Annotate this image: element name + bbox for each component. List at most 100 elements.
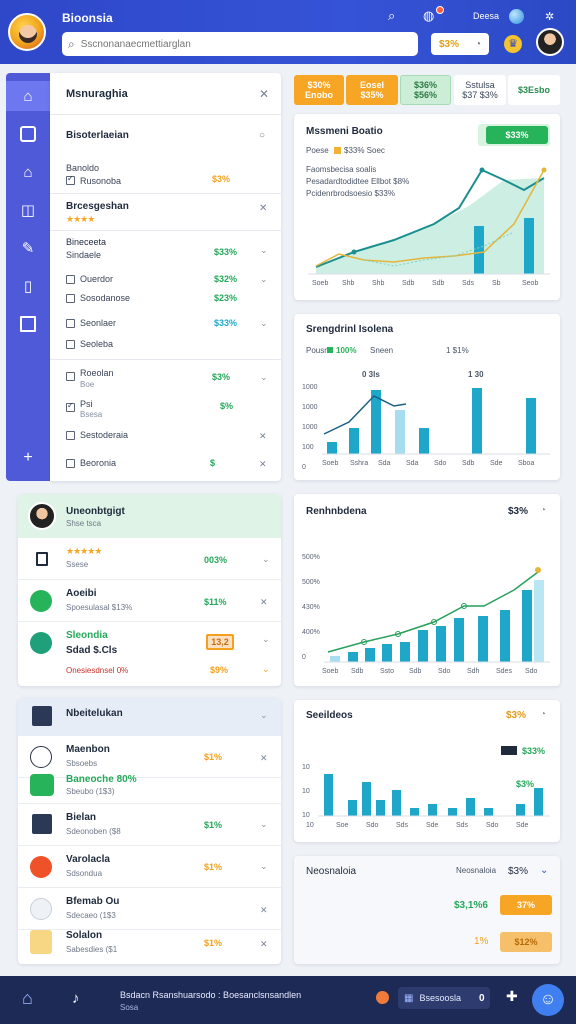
- crown-icon[interactable]: ♛: [504, 35, 522, 53]
- document-icon: [30, 930, 52, 954]
- y-tick-label: 10: [302, 812, 310, 819]
- notification-icon[interactable]: ◍: [423, 9, 434, 23]
- microphone-icon[interactable]: ♪: [72, 990, 80, 1007]
- checkbox[interactable]: [66, 372, 75, 381]
- close-icon[interactable]: ✕: [259, 458, 267, 470]
- collapse-icon[interactable]: ○: [259, 130, 265, 142]
- close-icon[interactable]: ✕: [259, 203, 267, 215]
- x-tick-label: Sshra: [350, 460, 369, 467]
- tasks-list-card: Nbeitelukan ⌄ Maenbon Sbsoebs $1% ✕ Bane…: [18, 698, 281, 964]
- chip-label: Bsesoosla: [419, 993, 461, 1003]
- bar: [526, 398, 536, 454]
- list-item[interactable]: Varolacla Sdsondua $1% ⌄: [18, 846, 281, 888]
- item-pill[interactable]: 13,2: [206, 634, 234, 650]
- nav-list-icon[interactable]: [6, 309, 50, 339]
- chevron-down-icon[interactable]: ⌄: [260, 372, 268, 383]
- chevron-down-icon[interactable]: ⌄: [260, 710, 268, 721]
- gamepad-icon[interactable]: ✚: [506, 988, 518, 1005]
- bottom-sub: Sosa: [120, 1003, 139, 1012]
- stat-tab[interactable]: $30% Enobo: [294, 75, 344, 105]
- item-title: Varolacla: [66, 854, 110, 865]
- checkbox[interactable]: [66, 340, 75, 349]
- nav-tools-icon[interactable]: ✎: [6, 233, 50, 263]
- y-tick-label: 0: [302, 464, 306, 471]
- search-bar[interactable]: ⌕: [62, 32, 418, 56]
- profile-name: Uneonbtgigt: [66, 506, 125, 517]
- checkbox[interactable]: [66, 401, 75, 412]
- item-value: $11%: [204, 597, 227, 607]
- point: [351, 249, 357, 255]
- row-label: Beoronia: [80, 458, 117, 468]
- settings-icon[interactable]: ✲: [545, 10, 554, 24]
- list-item[interactable]: Aoeibi Spoesulasal $13% $11% ✕: [18, 580, 281, 622]
- stat-tab[interactable]: $3Esbo: [508, 75, 560, 105]
- checkbox[interactable]: [66, 294, 75, 303]
- nav-home-icon[interactable]: ⌂: [6, 81, 50, 111]
- user-avatar[interactable]: [536, 28, 564, 56]
- close-icon[interactable]: ✕: [260, 596, 268, 608]
- bar: [484, 808, 493, 816]
- user-label[interactable]: Deesa: [473, 11, 499, 21]
- list-item[interactable]: Bielan Sdeonoben ($8 $1% ⌄: [18, 804, 281, 846]
- chevron-down-icon[interactable]: ⌄: [262, 664, 270, 675]
- stat-tab[interactable]: $36% $56%: [400, 75, 451, 105]
- nav-book-icon[interactable]: ▯: [6, 271, 50, 301]
- line-chart-card: Mssmeni Boatio $33% Poese $33% Soec Faom…: [294, 114, 560, 300]
- close-icon[interactable]: ✕: [259, 88, 269, 100]
- bottom-chip[interactable]: ▦ Bsesoosla 0: [398, 987, 490, 1009]
- checkbox[interactable]: [66, 459, 75, 468]
- bar: [448, 808, 457, 816]
- tasks-title: Nbeitelukan: [66, 708, 123, 719]
- chevron-down-icon[interactable]: ⌄: [540, 865, 548, 876]
- checkbox[interactable]: [66, 431, 75, 440]
- close-icon[interactable]: ✕: [260, 938, 268, 950]
- list-item[interactable]: Solalon Sabesdies ($1 $1% ✕: [18, 922, 281, 964]
- nav-box-icon[interactable]: ◫: [6, 195, 50, 225]
- list-item[interactable]: Baneoche 80% Sbeubo (1$3): [18, 770, 281, 804]
- app-logo[interactable]: [8, 13, 46, 51]
- chevron-down-icon[interactable]: ⌄: [260, 318, 268, 329]
- nav-add-icon[interactable]: +: [6, 443, 50, 473]
- search-icon: ⌕: [68, 36, 75, 51]
- row-label: Roeolan: [80, 368, 114, 378]
- profile-header: [18, 494, 281, 538]
- bar: [524, 218, 534, 274]
- menu-header: Msnuraghia ✕: [50, 73, 281, 115]
- balance-button[interactable]: $3% ◔: [431, 33, 489, 55]
- home-icon[interactable]: ⌂: [22, 988, 33, 1009]
- list-item[interactable]: Sleondia Sdad $.Cls 13,2 ⌄: [18, 622, 281, 664]
- nav-dashboard-icon[interactable]: [6, 119, 50, 149]
- x-tick-label: Sdo: [366, 822, 379, 829]
- checkbox[interactable]: [66, 275, 75, 284]
- chevron-down-icon[interactable]: ⌄: [260, 245, 268, 256]
- summary-pill[interactable]: $12%: [500, 932, 552, 952]
- divider: [50, 193, 281, 194]
- chevron-down-icon[interactable]: ⌄: [262, 634, 270, 645]
- chevron-down-icon[interactable]: ⌄: [262, 554, 270, 565]
- checkbox[interactable]: [66, 319, 75, 328]
- search-icon[interactable]: ⌕: [388, 9, 395, 23]
- summary-pill[interactable]: 37%: [500, 895, 552, 915]
- bar: [348, 652, 358, 662]
- close-icon[interactable]: ✕: [260, 752, 268, 764]
- x-tick-label: Sdo: [486, 822, 499, 829]
- search-input[interactable]: [80, 38, 418, 50]
- chevron-down-icon[interactable]: ⌄: [260, 861, 268, 872]
- chevron-down-icon[interactable]: ⌄: [260, 274, 268, 285]
- checkbox[interactable]: [66, 174, 75, 185]
- status-icon[interactable]: [376, 991, 389, 1004]
- card-title: Neosnaloia: [306, 866, 357, 877]
- globe-icon[interactable]: [509, 9, 524, 24]
- list-item[interactable]: ★★★★★ Ssese 003% ⌄: [18, 538, 281, 580]
- close-icon[interactable]: ✕: [260, 904, 268, 916]
- close-icon[interactable]: ✕: [259, 430, 267, 442]
- nav-shop-icon[interactable]: ⌂: [6, 157, 50, 187]
- chevron-down-icon[interactable]: ⌄: [260, 819, 268, 830]
- assistant-button[interactable]: ☺: [532, 984, 564, 1016]
- y-tick-label: 500%: [302, 554, 320, 561]
- profile-avatar[interactable]: [28, 502, 56, 530]
- small-bar-card: Seeildeos $3% ◔ $33% $3% 10 10 10 10 Soe Sdo…: [294, 700, 560, 842]
- item-sub: Sbeubo (1$3): [66, 787, 115, 796]
- stat-tab[interactable]: Eosel $35%: [346, 75, 398, 105]
- stat-tab[interactable]: Sstulsa $37 $3%: [454, 75, 506, 105]
